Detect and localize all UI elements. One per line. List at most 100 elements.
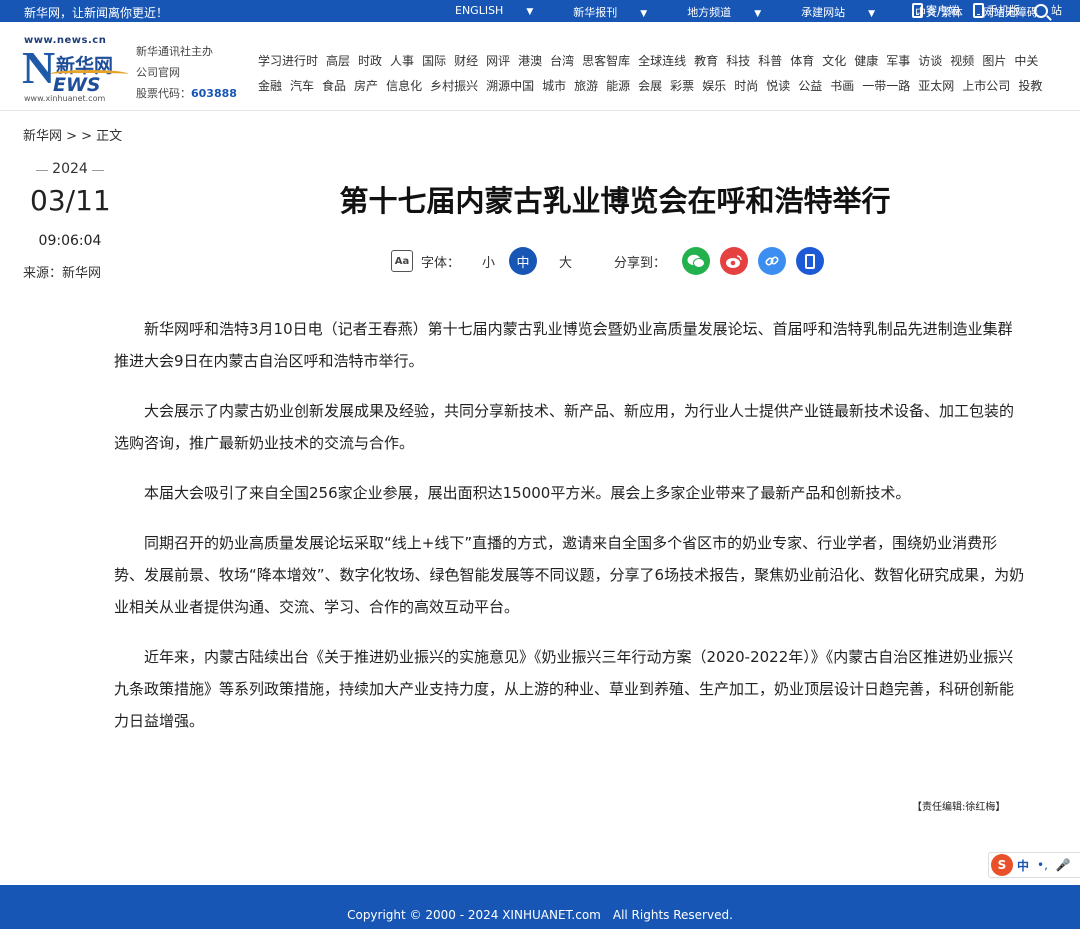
link-english[interactable]: ENGLISH ▼ (455, 4, 553, 20)
font-medium-button[interactable]: 中 (509, 247, 538, 275)
channel-link[interactable]: 图片 (982, 54, 1006, 68)
top-bar: 新华网，让新闻离你更近！ ENGLISH ▼ 新华报刊 ▼ 地方频道 ▼ 承建网站 ▼ … (0, 0, 1080, 22)
logo-n: N (22, 42, 56, 93)
share-link-button[interactable] (758, 247, 787, 275)
channel-link[interactable]: 书画 (830, 79, 854, 93)
copyright-text: Copyright © 2000 - 2024 XINHUANET.com Al… (347, 908, 733, 922)
channel-link[interactable]: 全球连线 (638, 54, 686, 68)
header-divider (0, 110, 1080, 111)
channel-link[interactable]: 思客智库 (582, 54, 630, 68)
chevron-down-icon: ▼ (868, 9, 876, 19)
mobile-icon (805, 253, 816, 269)
link-icon (765, 256, 779, 266)
channel-link[interactable]: 投教 (1018, 79, 1042, 93)
channel-link[interactable]: 上市公司 (962, 79, 1010, 93)
share-label: 分享到： (614, 255, 667, 271)
article-paragraph: 同期召开的奶业高质量发展论坛采取“线上+线下”直播的方式，邀请来自全国多个省区市… (114, 534, 1025, 616)
breadcrumb[interactable]: 新华网 > > 正文 (23, 125, 122, 144)
share-mobile-button[interactable] (796, 247, 825, 275)
site-search-button[interactable]: 站 (1034, 2, 1062, 18)
link-local-channels[interactable]: 地方频道 ▼ (687, 4, 781, 20)
channel-link[interactable]: 军事 (886, 54, 910, 68)
channel-link[interactable]: 会展 (638, 79, 662, 93)
channel-link[interactable]: 金融 (258, 79, 282, 93)
chevron-down-icon: ▼ (526, 7, 534, 17)
font-small-button[interactable]: 小 (482, 252, 495, 271)
channel-link[interactable]: 悦读 (766, 79, 790, 93)
channel-link[interactable]: 高层 (326, 54, 350, 68)
publish-date: 03/11 (30, 184, 111, 217)
channel-link[interactable]: 文化 (822, 54, 846, 68)
channel-row-2: 金融 汽车 食品 房产 信息化 乡村振兴 溯源中国 城市 旅游 能源 会展 彩票 娱乐 时尚 悦读 公益 书画一… (258, 74, 1080, 99)
channel-link[interactable]: 网评 (486, 54, 510, 68)
channel-link[interactable]: 城市 (542, 79, 566, 93)
ime-punctuation[interactable]: •, (1037, 858, 1048, 872)
weibo-icon (726, 254, 742, 268)
share-weibo-button[interactable] (720, 247, 749, 275)
channel-link[interactable]: 学习进行时 (258, 54, 318, 68)
font-large-button[interactable]: 大 (559, 252, 572, 271)
channel-link[interactable]: 国际 (422, 54, 446, 68)
channel-link[interactable]: 中关 (1014, 54, 1038, 68)
channel-link[interactable]: 旅游 (574, 79, 598, 93)
stock-code: 股票代码：603888 (136, 87, 237, 100)
top-apps: 客户端 手机版 站 (912, 2, 1076, 18)
font-size-label: 字体： (421, 255, 461, 271)
channel-link[interactable]: 台湾 (550, 54, 574, 68)
article-paragraph: 近年来，内蒙古陆续出台《关于推进奶业振兴的实施意见》《奶业振兴三年行动方案（20… (114, 648, 1015, 730)
article-title: 第十七届内蒙古乳业博览会在呼和浩特举行 (339, 184, 891, 218)
org-line2: 公司官网 (136, 66, 180, 79)
org-line1: 新华通讯社主办 (136, 45, 213, 58)
channel-link[interactable]: 人事 (390, 54, 414, 68)
channel-link[interactable]: 一带一路 (862, 79, 910, 93)
site-slogan: 新华网，让新闻离你更近！ (24, 6, 169, 20)
search-icon (1034, 3, 1048, 18)
ime-toolbar[interactable]: S 中 •, 🎤 (988, 852, 1080, 878)
channel-link[interactable]: 亚太网 (918, 79, 954, 93)
site-logo[interactable]: www.news.cn N 新华网 EWS www.xinhuanet.com (22, 35, 132, 103)
channel-link[interactable]: 乡村振兴 (430, 79, 478, 93)
channel-link[interactable]: 娱乐 (702, 79, 726, 93)
article-paragraph: 本届大会吸引了来自全国256家企业参展，展出面积达15000平方米。展会上多家企… (144, 484, 911, 502)
channel-row-1: 学习进行时 高层 时政 人事 国际 财经 网评 港澳 台湾 思客智库 全球连线 教育 科技 科普 体育 文化健… (258, 49, 1080, 74)
channel-link[interactable]: 彩票 (670, 79, 694, 93)
channel-link[interactable]: 公益 (798, 79, 822, 93)
font-size-icon: Aa (391, 250, 413, 272)
client-app-link[interactable]: 客户端 (912, 2, 959, 18)
ime-language[interactable]: 中 (1017, 857, 1029, 874)
channel-nav: 学习进行时 高层 时政 人事 国际 财经 网评 港澳 台湾 思客智库 全球连线 教育 科技 科普 体育 文化健… (258, 49, 1080, 99)
channel-link[interactable]: 时尚 (734, 79, 758, 93)
link-newspapers[interactable]: 新华报刊 ▼ (573, 4, 667, 20)
link-hosted-sites[interactable]: 承建网站 ▼ (801, 4, 895, 20)
article-tools: Aa 字体： 小 中 大 分享到： (391, 247, 825, 275)
channel-link[interactable]: 教育 (694, 54, 718, 68)
channel-link[interactable]: 溯源中国 (486, 79, 534, 93)
channel-link[interactable]: 科普 (758, 54, 782, 68)
logo-url-bottom: www.xinhuanet.com (24, 94, 106, 103)
responsible-editor: 【责任编辑:徐红梅】 (912, 802, 1006, 813)
channel-link[interactable]: 视频 (950, 54, 974, 68)
publish-time: 09:06:04 (38, 233, 102, 249)
channel-link[interactable]: 体育 (790, 54, 814, 68)
article-paragraph: 大会展示了内蒙古奶业创新发展成果及经验，共同分享新技术、新产品、新应用，为行业人… (114, 402, 1015, 452)
channel-link[interactable]: 食品 (322, 79, 346, 93)
chevron-down-icon: ▼ (640, 9, 648, 19)
wechat-icon (687, 254, 706, 268)
channel-link[interactable]: 访谈 (918, 54, 942, 68)
channel-link[interactable]: 港澳 (518, 54, 542, 68)
microphone-icon[interactable]: 🎤 (1056, 858, 1071, 872)
channel-link[interactable]: 财经 (454, 54, 478, 68)
channel-link[interactable]: 健康 (854, 54, 878, 68)
channel-link[interactable]: 科技 (726, 54, 750, 68)
page-footer: Copyright © 2000 - 2024 XINHUANET.com Al… (0, 885, 1080, 929)
channel-link[interactable]: 能源 (606, 79, 630, 93)
chevron-down-icon: ▼ (754, 9, 762, 19)
channel-link[interactable]: 时政 (358, 54, 382, 68)
channel-link[interactable]: 房产 (354, 79, 378, 93)
mobile-version-link[interactable]: 手机版 (973, 2, 1020, 18)
article-paragraph: 新华网呼和浩特3月10日电（记者王春燕）第十七届内蒙古乳业博览会暨奶业高质量发展… (114, 320, 1013, 370)
share-wechat-button[interactable] (682, 247, 711, 275)
article-source: 来源：新华网 (23, 266, 102, 281)
channel-link[interactable]: 汽车 (290, 79, 314, 93)
channel-link[interactable]: 信息化 (386, 79, 422, 93)
